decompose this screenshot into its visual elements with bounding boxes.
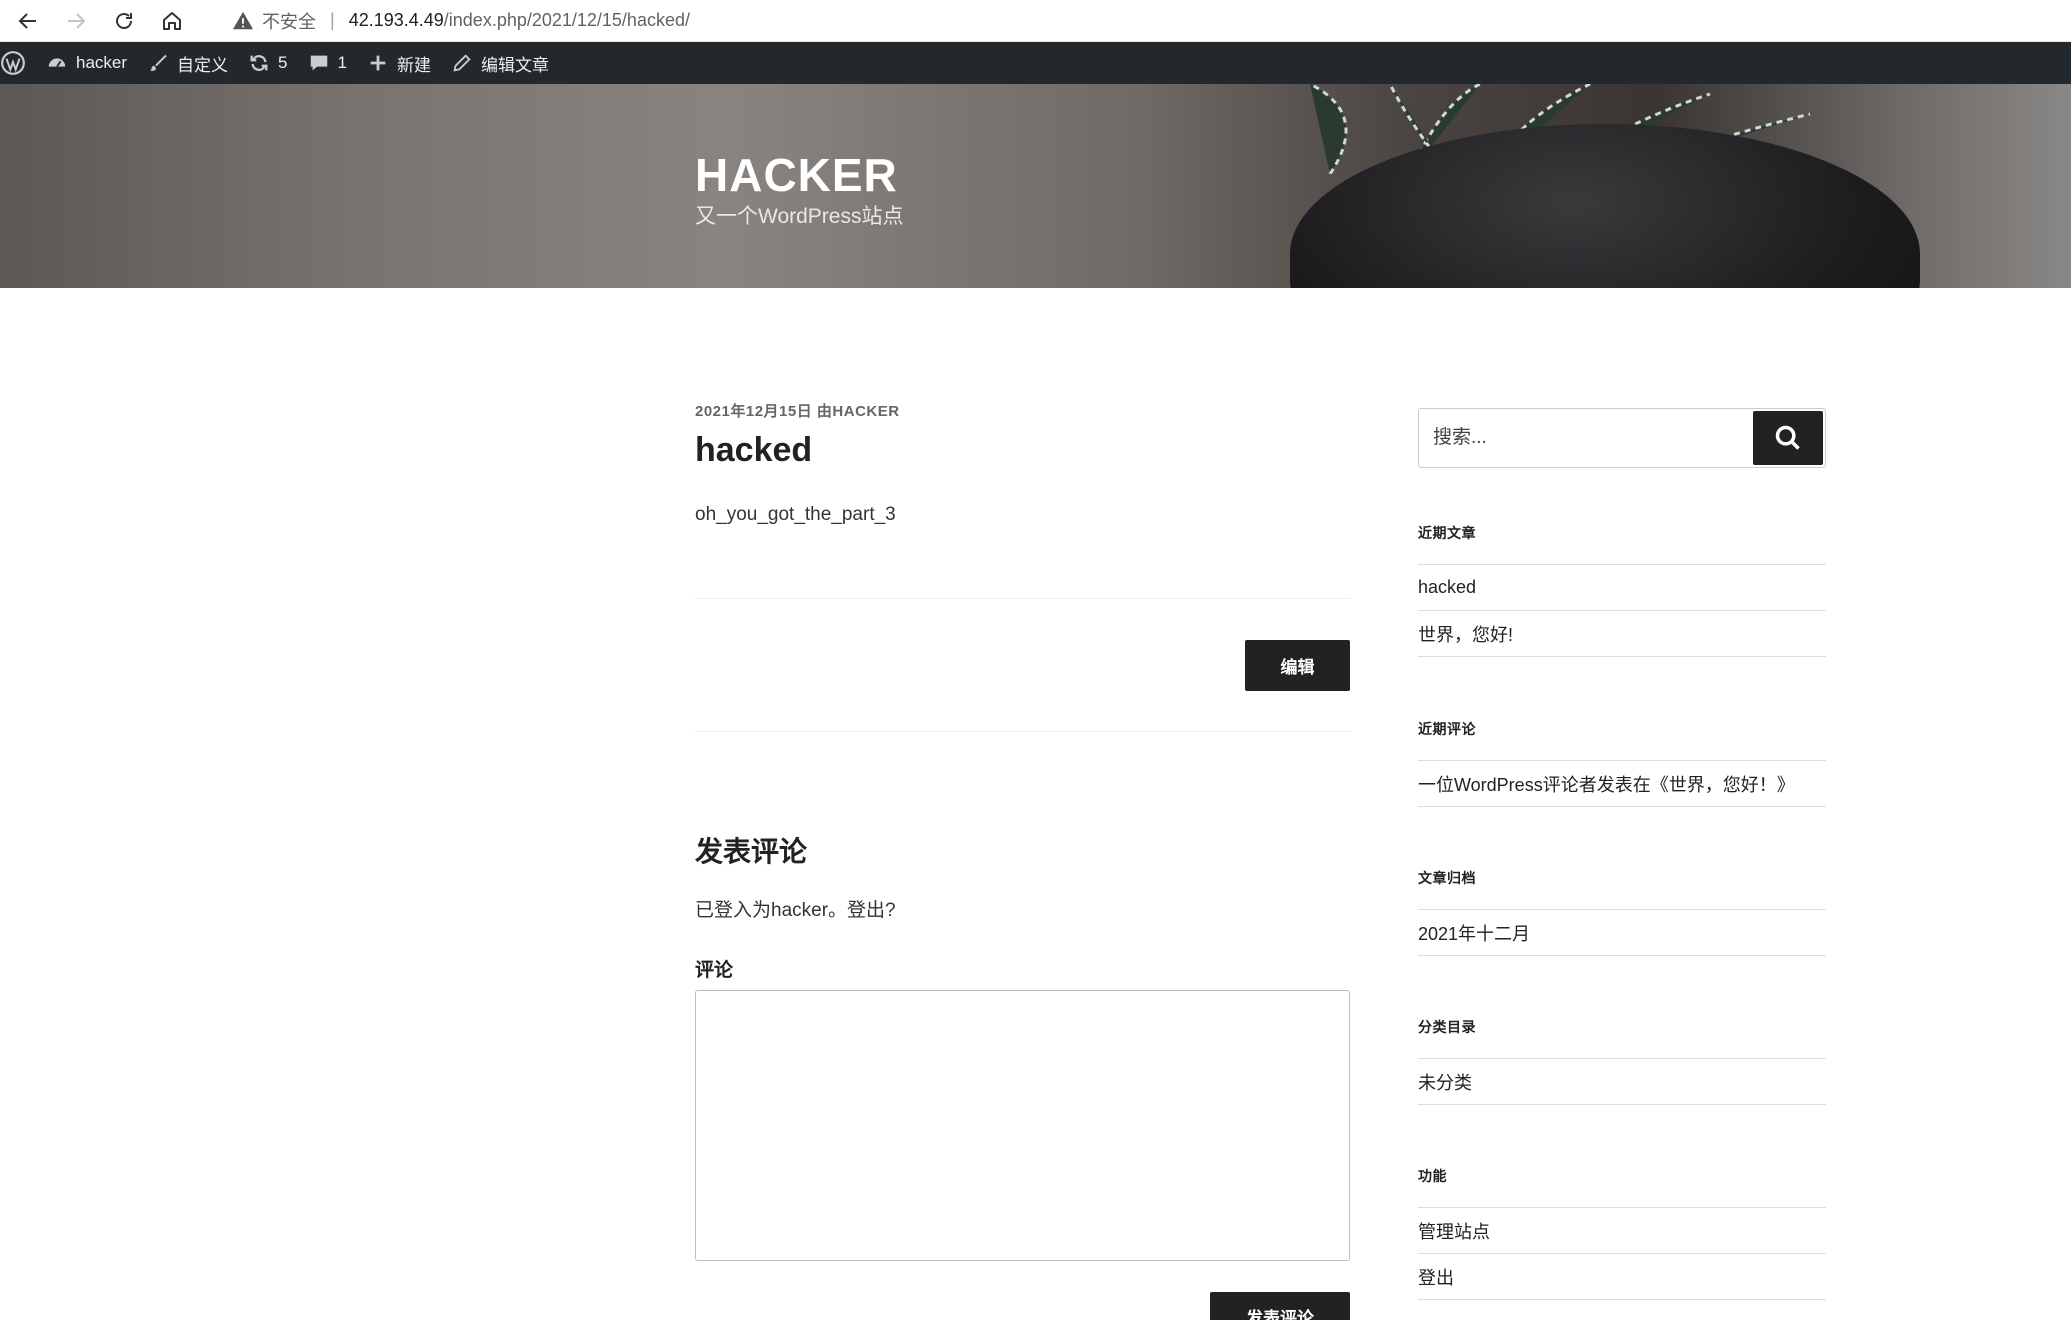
widget-title: 功能: [1418, 1168, 1447, 1184]
site-description: 又一个WordPress站点: [695, 205, 904, 228]
comments-count: 1: [337, 53, 347, 72]
admin-bar-edit-post[interactable]: 编辑文章: [441, 42, 559, 84]
site-header-image: [0, 84, 2071, 288]
new-label: 新建: [396, 55, 431, 75]
admin-bar-new[interactable]: 新建: [357, 42, 441, 84]
divider: [695, 598, 1350, 599]
brush-icon: [149, 54, 167, 71]
list-item[interactable]: 世界，您好!: [1418, 611, 1826, 657]
site-name-label: hacker: [76, 53, 128, 72]
main-content: 2021年12月15日 由HACKER hacked oh_you_got_th…: [695, 400, 1350, 1320]
admin-bar-customize[interactable]: 自定义: [137, 42, 238, 84]
logged-in-as[interactable]: 已登入为hacker。登出?: [695, 895, 896, 922]
widget-title: 文章归档: [1418, 870, 1476, 886]
wordpress-icon: [1, 51, 25, 75]
search-button[interactable]: [1753, 411, 1823, 465]
widget-meta: 功能 管理站点 登出: [1418, 1163, 1826, 1300]
forward-button[interactable]: [56, 1, 96, 41]
divider: [695, 731, 1350, 732]
list-item[interactable]: 管理站点: [1418, 1208, 1826, 1254]
arrow-left-icon: [18, 12, 36, 29]
widget-title: 近期文章: [1418, 525, 1476, 541]
edit-post-label: 编辑文章: [480, 55, 549, 75]
comment-textarea[interactable]: [695, 990, 1350, 1261]
home-icon: [163, 11, 181, 30]
admin-bar-updates[interactable]: 5: [238, 42, 297, 84]
reply-title: 发表评论: [695, 836, 808, 867]
insecure-label: 不安全: [262, 11, 316, 32]
widget-recent-comments: 近期评论 一位WordPress评论者发表在《世界，您好！》: [1418, 716, 1826, 807]
post-meta[interactable]: 2021年12月15日 由HACKER: [695, 400, 1350, 421]
list-item[interactable]: 2021年十二月: [1418, 910, 1826, 956]
wp-logo-menu[interactable]: [0, 42, 36, 84]
post-body: oh_you_got_the_part_3: [695, 504, 896, 525]
warning-icon: [232, 11, 254, 29]
widget-recent-posts: 近期文章 hacked 世界，您好!: [1418, 520, 1826, 657]
browser-toolbar: 不安全 | 42.193.4.49/index.php/2021/12/15/h…: [0, 0, 2071, 42]
post-title: hacked: [695, 431, 813, 469]
wp-admin-bar: hacker 自定义 5 1 新建 编辑文章: [0, 42, 2071, 84]
comment-icon: [310, 55, 327, 71]
list-item[interactable]: 一位WordPress评论者发表在《世界，您好！》: [1418, 761, 1826, 807]
customize-label: 自定义: [177, 55, 229, 75]
sidebar: 近期文章 hacked 世界，您好! 近期评论 一位WordPress评论者发表…: [1418, 408, 1826, 1300]
back-button[interactable]: [8, 1, 48, 41]
search-form: [1418, 408, 1826, 468]
comment-label: 评论: [695, 960, 734, 981]
dashboard-icon: [48, 58, 66, 68]
list-item[interactable]: 未分类: [1418, 1059, 1826, 1105]
submit-comment-button[interactable]: 发表评论: [1210, 1292, 1350, 1320]
address-bar[interactable]: 不安全 | 42.193.4.49/index.php/2021/12/15/h…: [232, 3, 690, 39]
site-title[interactable]: HACKER: [695, 148, 898, 202]
reload-icon: [116, 12, 132, 29]
list-item[interactable]: hacked: [1418, 565, 1826, 611]
url-host: 42.193.4.49: [348, 10, 444, 30]
pencil-icon: [453, 54, 471, 72]
admin-bar-comments[interactable]: 1: [298, 42, 357, 84]
arrow-right-icon: [68, 12, 86, 29]
url-path: /index.php/2021/12/15/hacked/: [443, 10, 690, 30]
list-item[interactable]: 登出: [1418, 1254, 1826, 1300]
address-separator: |: [330, 10, 335, 30]
search-icon: [1775, 425, 1800, 450]
search-input[interactable]: [1419, 409, 1755, 467]
widget-title: 近期评论: [1418, 721, 1476, 737]
edit-button[interactable]: 编辑: [1245, 640, 1350, 691]
widget-title: 分类目录: [1418, 1019, 1476, 1035]
widget-categories: 分类目录 未分类: [1418, 1014, 1826, 1105]
plus-icon: [370, 55, 386, 71]
home-button[interactable]: [152, 1, 192, 41]
widget-archives: 文章归档 2021年十二月: [1418, 865, 1826, 956]
reload-button[interactable]: [104, 1, 144, 41]
updates-icon: [250, 55, 268, 71]
updates-count: 5: [278, 53, 288, 72]
admin-bar-site-name[interactable]: hacker: [36, 42, 137, 84]
